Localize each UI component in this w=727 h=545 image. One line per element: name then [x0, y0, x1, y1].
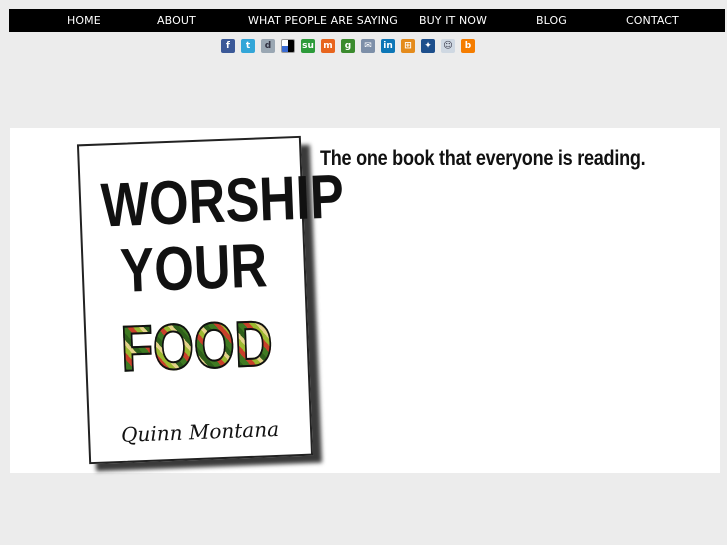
mixx-icon[interactable]: m — [321, 39, 335, 53]
book-title-line2: YOUR — [119, 231, 269, 306]
hero-tagline: The one book that everyone is reading. — [320, 147, 646, 170]
nav-home[interactable]: HOME — [67, 9, 101, 32]
email-icon[interactable]: ✉ — [361, 39, 375, 53]
nav-contact[interactable]: CONTACT — [626, 9, 679, 32]
blogger-icon[interactable]: b — [461, 39, 475, 53]
book-cover: WORSHIP YOUR FOOD Quinn Montana — [76, 135, 346, 465]
facebook-icon[interactable]: f — [221, 39, 235, 53]
nav-blog[interactable]: BLOG — [536, 9, 567, 32]
book-title-line3: FOOD — [105, 306, 288, 386]
windows-live-icon[interactable]: ⊞ — [401, 39, 415, 53]
delicious-icon[interactable] — [281, 39, 295, 53]
google-bookmarks-icon[interactable]: g — [341, 39, 355, 53]
social-share-bar: f t d su m g ✉ in ⊞ ✦ ☺ b — [221, 39, 475, 54]
main-navigation: HOME ABOUT WHAT PEOPLE ARE SAYING BUY IT… — [9, 9, 725, 32]
nav-about[interactable]: ABOUT — [157, 9, 196, 32]
twitter-icon[interactable]: t — [241, 39, 255, 53]
nav-buy-it-now[interactable]: BUY IT NOW — [419, 9, 487, 32]
book-author: Quinn Montana — [120, 416, 280, 447]
reddit-icon[interactable]: ☺ — [441, 39, 455, 53]
linkedin-icon[interactable]: in — [381, 39, 395, 53]
stumbleupon-icon[interactable]: su — [301, 39, 315, 53]
myspace-icon[interactable]: ✦ — [421, 39, 435, 53]
digg-icon[interactable]: d — [261, 39, 275, 53]
nav-what-people-are-saying[interactable]: WHAT PEOPLE ARE SAYING — [248, 9, 398, 32]
book-title-line1: WORSHIP — [99, 162, 346, 241]
